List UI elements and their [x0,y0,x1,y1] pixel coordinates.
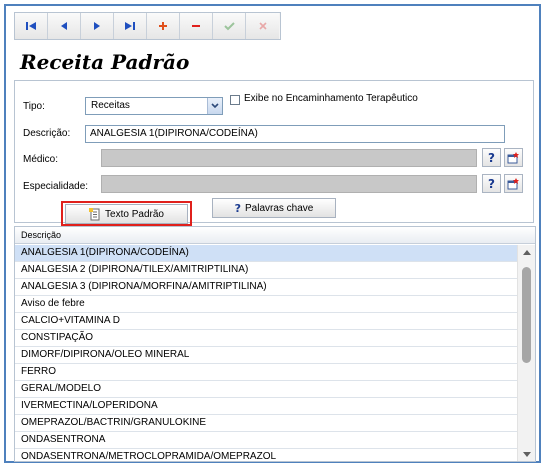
medico-label: Médico: [23,154,59,165]
table-row[interactable]: GERAL/MODELO [15,381,517,398]
row-descricao: ANALGESIA 1(DIPIRONA/CODEÍNA) [21,247,189,258]
new-window-icon [507,177,519,189]
scroll-down-icon[interactable] [518,447,535,461]
check-icon [223,22,235,31]
row-descricao: ANALGESIA 2 (DIPIRONA/TILEX/AMITRIPTILIN… [21,264,249,275]
table-row[interactable]: ANALGESIA 1(DIPIRONA/CODEÍNA) [15,245,517,262]
row-descricao: IVERMECTINA/LOPERIDONA [21,400,158,411]
page-title: Receita Padrão [20,50,190,74]
plus-icon [159,22,167,30]
descricao-label: Descrição: [23,128,71,139]
table-row[interactable]: CONSTIPAÇÃO [15,330,517,347]
exibe-encaminhamento-label: Exibe no Encaminhamento Terapêutico [244,93,418,104]
vertical-scrollbar[interactable] [517,245,535,461]
new-window-icon [507,151,519,163]
medico-field[interactable] [101,149,477,167]
table-row[interactable]: ONDASENTRONA/METROCLOPRAMIDA/OMEPRAZOL [15,449,517,462]
row-descricao: OMEPRAZOL/BACTRIN/GRANULOKINE [21,417,207,428]
table-row[interactable]: OMEPRAZOL/BACTRIN/GRANULOKINE [15,415,517,432]
row-descricao: DIMORF/DIPIRONA/OLEO MINERAL [21,349,190,360]
row-descricao: FERRO [21,366,56,377]
row-descricao: Aviso de febre [21,298,85,309]
palavras-chave-button[interactable]: ? Palavras chave [212,198,336,218]
row-descricao: ONDASENTRONA [21,434,106,445]
previous-record-button[interactable] [48,13,81,39]
minus-icon [192,25,200,27]
table-row[interactable]: ONDASENTRONA [15,432,517,449]
tipo-select[interactable]: Receitas [85,97,223,115]
chevron-down-icon[interactable] [207,98,222,114]
table-row[interactable]: ANALGESIA 3 (DIPIRONA/MORFINA/AMITRIPTIL… [15,279,517,296]
next-record-button[interactable] [81,13,114,39]
highlight-frame [61,201,192,226]
first-icon [26,22,36,30]
exibe-encaminhamento-checkbox[interactable] [230,95,240,105]
table-row[interactable]: DIMORF/DIPIRONA/OLEO MINERAL [15,347,517,364]
question-icon: ? [488,150,495,165]
especialidade-help-button[interactable]: ? [482,174,501,193]
grid-rows: ANALGESIA 1(DIPIRONA/CODEÍNA) ANALGESIA 2… [15,245,517,462]
first-record-button[interactable] [15,13,48,39]
palavras-chave-label: Palavras chave [245,202,314,214]
descricao-field[interactable]: ANALGESIA 1(DIPIRONA/CODEÍNA) [85,125,505,143]
table-row[interactable]: CALCIO+VITAMINA D [15,313,517,330]
confirm-button[interactable] [213,13,246,39]
scrollbar-thumb[interactable] [522,267,531,363]
descricao-field-value: ANALGESIA 1(DIPIRONA/CODEÍNA) [90,128,258,139]
previous-icon [61,22,67,30]
medico-help-button[interactable]: ? [482,148,501,167]
row-descricao: CONSTIPAÇÃO [21,332,94,343]
receitas-grid: Descrição ANALGESIA 1(DIPIRONA/CODEÍNA) A… [14,226,536,462]
receita-padrao-window: Receita Padrão Tipo: Receitas Exibe no E… [4,4,541,463]
record-navigator-toolbar [14,12,281,40]
tipo-select-value: Receitas [91,100,130,111]
row-descricao: GERAL/MODELO [21,383,102,394]
especialidade-new-button[interactable] [504,174,523,193]
table-row[interactable]: IVERMECTINA/LOPERIDONA [15,398,517,415]
especialidade-field[interactable] [101,175,477,193]
medico-new-button[interactable] [504,148,523,167]
question-icon: ? [234,201,241,215]
close-icon [258,22,267,30]
last-icon [125,22,135,30]
descricao-column-label: Descrição [21,230,62,240]
delete-record-button[interactable] [180,13,213,39]
tipo-label: Tipo: [23,101,45,112]
scroll-up-icon[interactable] [518,245,535,259]
row-descricao: ONDASENTRONA/METROCLOPRAMIDA/OMEPRAZOL [21,451,277,462]
especialidade-label: Especialidade: [23,181,89,192]
last-record-button[interactable] [114,13,147,39]
row-descricao: CALCIO+VITAMINA D [21,315,121,326]
grid-column-header[interactable]: Descrição [15,227,535,244]
table-row[interactable]: Aviso de febre [15,296,517,313]
add-record-button[interactable] [147,13,180,39]
next-icon [94,22,100,30]
question-icon: ? [488,176,495,191]
table-row[interactable]: ANALGESIA 2 (DIPIRONA/TILEX/AMITRIPTILIN… [15,262,517,279]
cancel-button[interactable] [246,13,279,39]
row-descricao: ANALGESIA 3 (DIPIRONA/MORFINA/AMITRIPTIL… [21,281,267,292]
table-row[interactable]: FERRO [15,364,517,381]
